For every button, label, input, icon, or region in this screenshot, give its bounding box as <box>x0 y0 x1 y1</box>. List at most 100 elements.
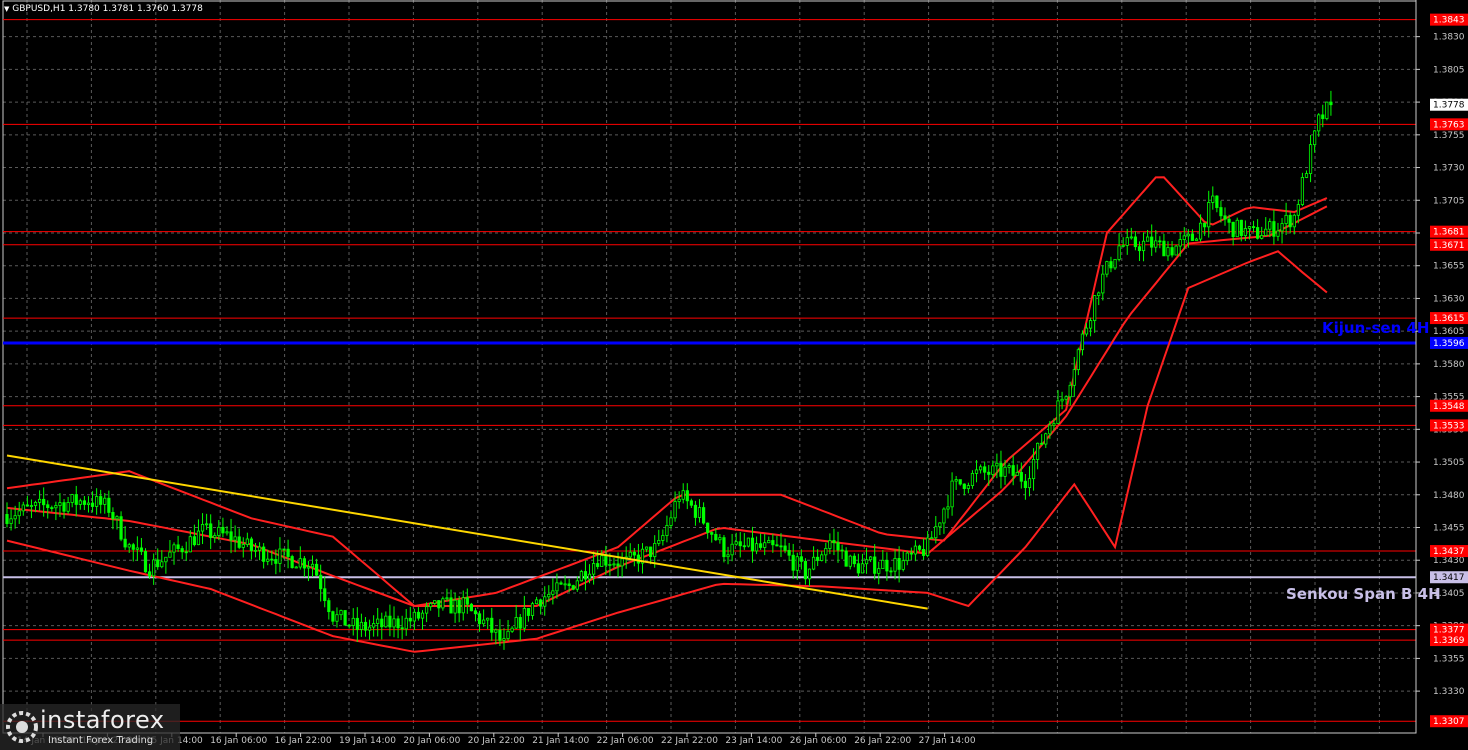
candle-body <box>1178 239 1182 247</box>
x-tick-label: 16 Jan 22:00 <box>275 736 332 746</box>
candle-body <box>416 611 421 619</box>
candle-body <box>131 544 135 550</box>
candle-body <box>1211 195 1215 203</box>
candle-body <box>380 618 384 628</box>
candle-body <box>942 508 946 524</box>
candle-body <box>262 546 266 562</box>
candle-body <box>465 597 469 605</box>
level-price-tag: 1.3533 <box>1433 421 1465 431</box>
candle-body <box>787 549 791 556</box>
candle-body <box>46 504 50 508</box>
candle-body <box>962 483 966 489</box>
candle-body <box>706 522 710 533</box>
candle-body <box>1203 222 1207 228</box>
candle-body <box>530 603 535 616</box>
candle-body <box>930 537 934 540</box>
candle-body <box>278 548 282 564</box>
x-tick-label: 19 Jan 14:00 <box>339 736 396 746</box>
candle-body <box>710 532 714 535</box>
candle-body <box>253 549 258 552</box>
candle-body <box>25 504 29 507</box>
candle-body <box>339 610 343 616</box>
candle-body <box>767 540 771 544</box>
candle-body <box>257 546 262 551</box>
candle-body <box>881 559 885 570</box>
candle-body <box>486 617 490 621</box>
x-tick-label: 27 Jan 14:00 <box>919 736 976 746</box>
candle-body <box>343 610 347 626</box>
candle-body <box>1150 236 1154 248</box>
y-tick-label: 1.3455 <box>1433 523 1465 533</box>
candle-body <box>461 597 465 614</box>
candle-body <box>310 563 315 568</box>
watermark-tagline: Instant Forex Trading <box>48 735 154 746</box>
candle-body <box>70 494 74 503</box>
candle-body <box>286 548 290 557</box>
y-tick-label: 1.3630 <box>1433 294 1465 304</box>
candle-body <box>856 563 860 574</box>
x-tick-label: 16 Jan 06:00 <box>210 736 267 746</box>
candle-body <box>290 556 294 568</box>
candle-body <box>408 617 412 622</box>
candle-body <box>229 531 233 541</box>
candle-body <box>966 485 970 489</box>
candle-body <box>1137 246 1142 252</box>
candle-body <box>551 590 555 595</box>
candle-body <box>1243 228 1247 236</box>
candle-body <box>555 582 559 592</box>
candle-body <box>946 506 950 510</box>
candle-body <box>811 556 816 570</box>
candle-body <box>534 599 539 605</box>
candle-body <box>587 573 592 580</box>
candle-body <box>1260 235 1264 239</box>
candle-body <box>217 526 221 536</box>
candle-body <box>115 516 119 520</box>
collapse-arrow-icon[interactable]: ▼ <box>4 5 9 13</box>
candle-body <box>1272 221 1276 237</box>
candle-body <box>392 618 396 628</box>
candle-body <box>970 473 975 487</box>
level-price-tag: 1.3843 <box>1433 16 1465 26</box>
candle-body <box>897 558 901 570</box>
candle-body <box>266 558 270 562</box>
price-chart[interactable]: 1.33301.33551.33801.34051.34301.34551.34… <box>0 0 1468 750</box>
candle-body <box>1304 173 1309 178</box>
candle-body <box>209 523 213 538</box>
candle-body <box>681 490 685 500</box>
y-tick-label: 1.3430 <box>1433 556 1465 566</box>
candle-body <box>482 619 486 625</box>
candle-body <box>445 597 449 600</box>
candle-body <box>775 544 779 547</box>
candle-body <box>164 556 168 563</box>
candle-body <box>29 505 34 507</box>
candle-body <box>1235 219 1239 238</box>
x-tick-label: 20 Jan 06:00 <box>403 736 460 746</box>
candle-body <box>294 566 298 569</box>
candle-body <box>1031 459 1036 480</box>
candle-body <box>547 593 551 598</box>
candle-body <box>539 599 543 607</box>
candle-body <box>958 479 962 485</box>
candle-body <box>828 540 832 549</box>
candle-body <box>335 614 339 622</box>
candle-body <box>1088 320 1093 329</box>
candle-body <box>1011 465 1015 476</box>
level-price-tag: 1.3763 <box>1433 120 1465 130</box>
candle-body <box>604 555 608 566</box>
candle-body <box>494 629 498 633</box>
level-price-tag: 1.3437 <box>1433 547 1465 557</box>
candle-body <box>490 617 494 633</box>
y-tick-label: 1.3480 <box>1433 491 1465 501</box>
candle-body <box>396 618 400 629</box>
candle-body <box>5 514 9 524</box>
level-price-tag: 1.3369 <box>1433 636 1465 646</box>
candle-body <box>889 570 893 573</box>
candle-body <box>506 630 510 639</box>
candle-body <box>999 462 1003 477</box>
candle-body <box>669 517 673 526</box>
candle-body <box>225 531 229 534</box>
candle-body <box>726 554 730 558</box>
candle-body <box>1027 478 1032 489</box>
candle-body <box>74 494 78 505</box>
candle-body <box>323 588 327 602</box>
